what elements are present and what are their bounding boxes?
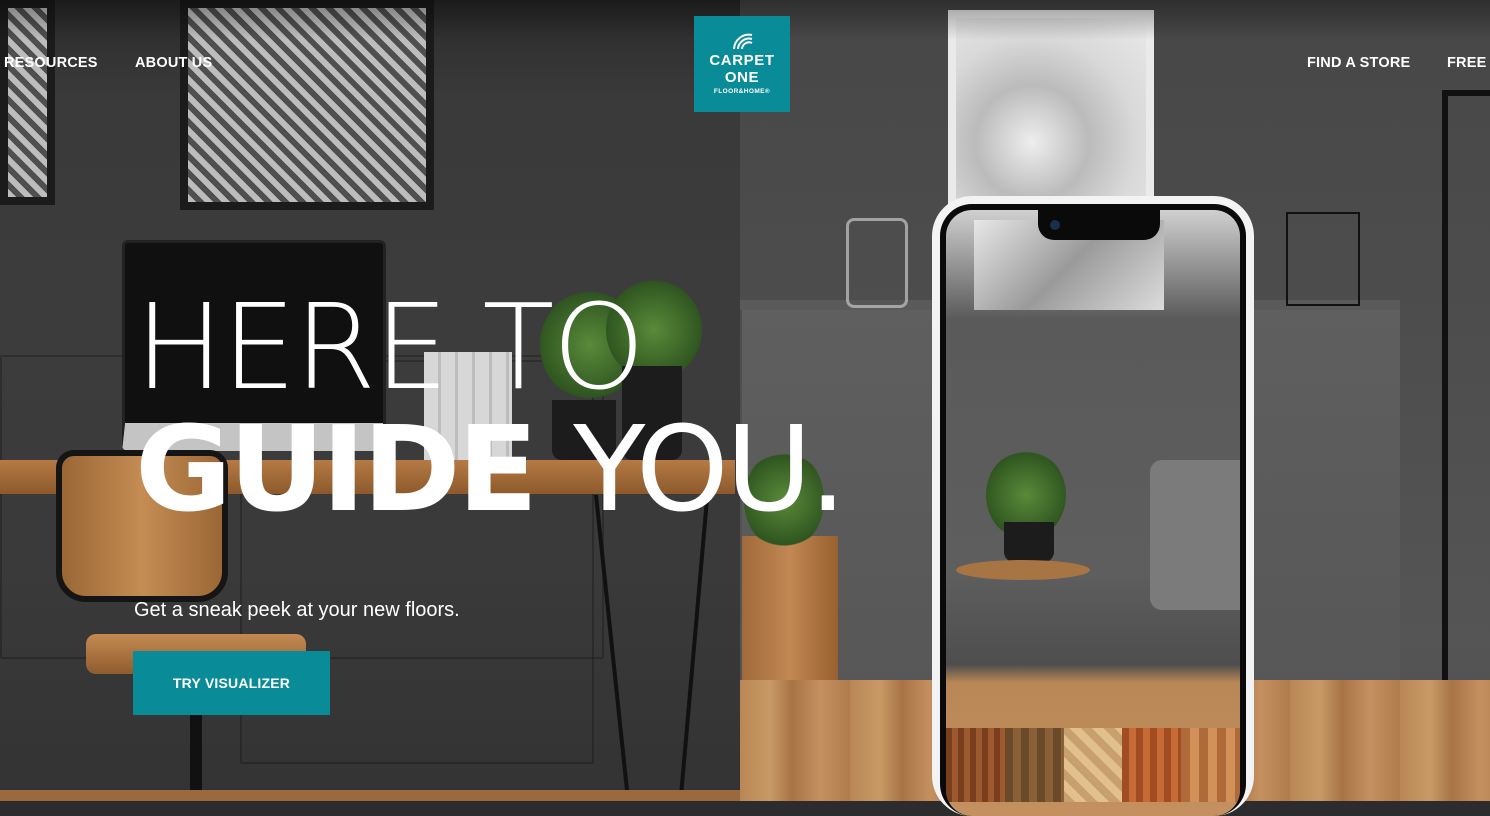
logo-text-line1: CARPET <box>709 52 775 69</box>
terrarium <box>1286 212 1360 306</box>
hero-heading-thin: YOU. <box>573 400 846 538</box>
floor-swatch-strip <box>946 728 1240 802</box>
hero-heading-line1: HERE TO <box>135 278 645 416</box>
desk-leg <box>678 494 710 801</box>
hero-heading-bold: GUIDE <box>135 400 538 538</box>
try-visualizer-button[interactable]: TRY VISUALIZER <box>133 651 330 715</box>
phone-notch <box>1038 210 1160 240</box>
phone-mockup <box>932 196 1254 816</box>
screen-side-table <box>956 560 1090 580</box>
nav-free-truncated[interactable]: FREE I <box>1447 55 1490 71</box>
logo-text-line2: ONE <box>724 69 760 86</box>
carpet-one-logo[interactable]: CARPET ONE FLOOR&HOME® <box>694 16 790 112</box>
logo-arc-icon <box>733 33 753 50</box>
logo-text-line3: FLOOR&HOME® <box>713 88 771 95</box>
floor-swatch <box>1004 728 1064 802</box>
hero-subtitle: Get a sneak peek at your new floors. <box>134 599 460 621</box>
screen-plant-pot <box>1004 522 1054 562</box>
phone-screen-image <box>946 210 1240 816</box>
wood-floor <box>0 790 740 801</box>
glass-jar <box>846 218 908 308</box>
floor-swatch <box>1063 728 1123 802</box>
floor-swatch <box>946 728 1005 802</box>
floor-swatch <box>1122 728 1182 802</box>
metal-rack <box>1442 90 1490 696</box>
nav-find-a-store[interactable]: FIND A STORE <box>1307 55 1410 71</box>
hero-heading-line2: GUIDE YOU. <box>135 410 847 528</box>
floor-swatch <box>1181 728 1240 802</box>
screen-armchair <box>1150 460 1240 610</box>
camera-icon <box>1050 220 1060 230</box>
nav-resources[interactable]: RESOURCES <box>4 55 98 71</box>
nav-about-us[interactable]: ABOUT US <box>135 55 212 71</box>
